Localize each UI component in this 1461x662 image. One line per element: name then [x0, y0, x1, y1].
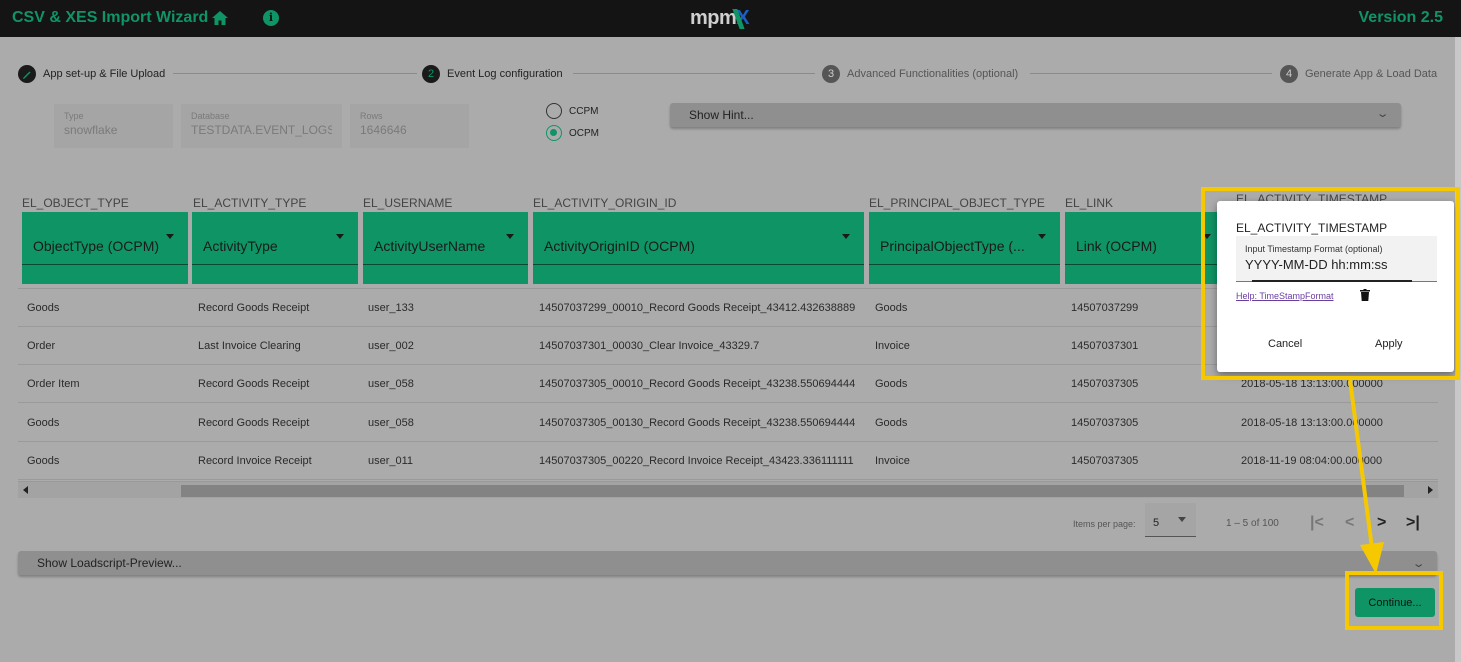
- highlight-arrow: [1348, 379, 1384, 574]
